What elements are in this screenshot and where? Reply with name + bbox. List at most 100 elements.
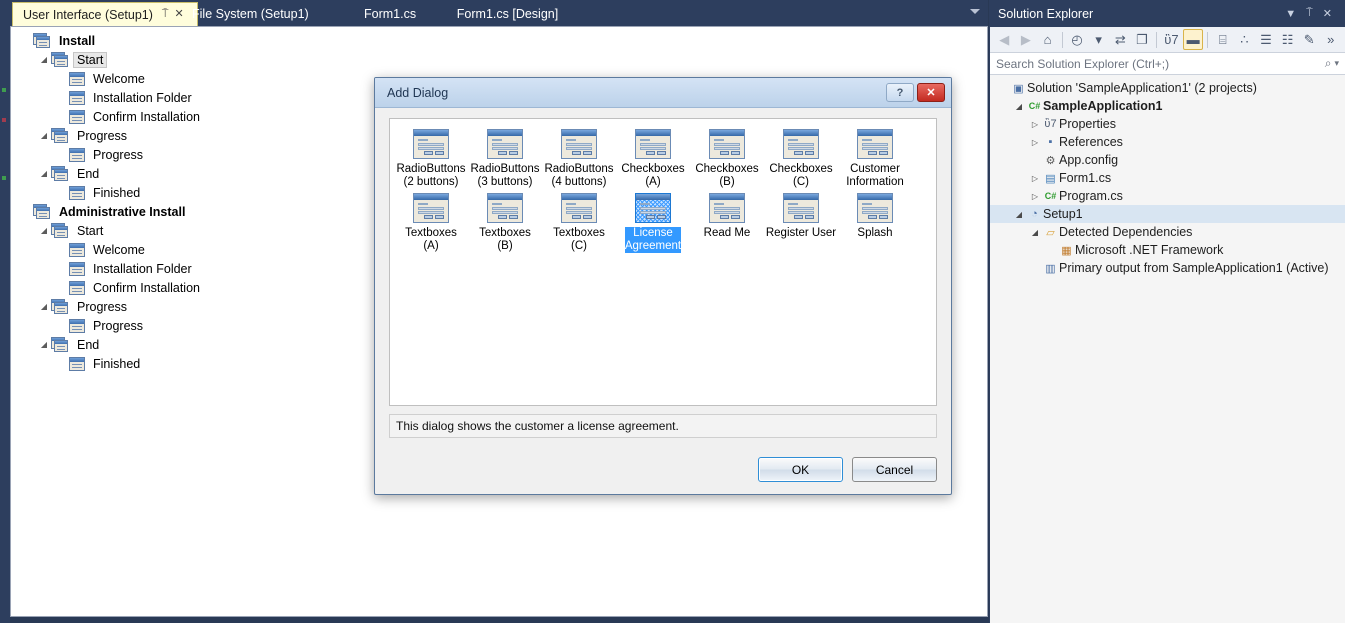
dialog-template-icon xyxy=(857,193,893,223)
expander-icon[interactable]: ▷ xyxy=(1028,138,1042,147)
dialog-template-icon xyxy=(709,193,745,223)
dialog-stack-icon xyxy=(51,128,69,143)
dialog-stack-icon xyxy=(51,337,69,352)
solution-tree-node[interactable]: ⚙ App.config xyxy=(990,151,1345,169)
help-button[interactable]: ? xyxy=(886,83,914,102)
solution-tree-node[interactable]: ◢ ◔ Setup1 xyxy=(990,205,1345,223)
tab-list-dropdown-icon[interactable] xyxy=(970,9,980,14)
dialog-template-item[interactable]: Textboxes (B) xyxy=(468,193,542,253)
pending-changes-icon[interactable]: ◴ xyxy=(1067,29,1088,50)
visual-studio-window: User Interface (Setup1) ⍑ ✕ File System (Se… xyxy=(0,0,1345,623)
dialog-template-item[interactable]: Read Me xyxy=(690,193,764,253)
ui-tree-node[interactable]: ◢ Start xyxy=(11,50,987,69)
expander-icon[interactable]: ◢ xyxy=(1012,210,1026,219)
expander-icon[interactable]: ◢ xyxy=(37,169,51,178)
dialog-template-item[interactable]: Textboxes (C) xyxy=(542,193,616,253)
expander-icon[interactable]: ◢ xyxy=(1028,228,1042,237)
ok-button[interactable]: OK xyxy=(758,457,843,482)
dialog-template-item[interactable]: RadioButtons (4 buttons) xyxy=(542,129,616,189)
dialog-stack-icon xyxy=(51,299,69,314)
expander-icon[interactable]: ◢ xyxy=(37,302,51,311)
solution-tree-node[interactable]: ▥ Primary output from SampleApplication1 … xyxy=(990,259,1345,277)
dialog-icon xyxy=(69,261,85,276)
dialog-template-item[interactable]: Textboxes (A) xyxy=(394,193,468,253)
solution-tree-node[interactable]: ▷ ▤ Form1.cs xyxy=(990,169,1345,187)
solution-tree-node[interactable]: ◢ ▱ Detected Dependencies xyxy=(990,223,1345,241)
search-icon[interactable]: ⌕ xyxy=(1325,56,1332,71)
dialog-template-item[interactable]: RadioButtons (2 buttons) xyxy=(394,129,468,189)
editor-tab[interactable]: File System (Setup1) xyxy=(182,2,325,26)
dialog-icon xyxy=(69,185,85,200)
expander-icon[interactable]: ▷ xyxy=(1028,120,1042,129)
dialog-template-item[interactable]: Checkboxes (A) xyxy=(616,129,690,189)
expander-icon[interactable]: ▷ xyxy=(1028,174,1042,183)
solution-tree-node[interactable]: ▦ Microsoft .NET Framework xyxy=(990,241,1345,259)
node-type-icon: C# xyxy=(1044,191,1057,201)
expander-icon[interactable]: ◢ xyxy=(37,226,51,235)
search-options-chevron-icon[interactable]: ▾ xyxy=(1331,58,1339,69)
add-dialog-window: Add Dialog ? ✕ RadioButtons (2 buttons) R… xyxy=(374,77,952,495)
solution-tree-node[interactable]: ▷ ὒ7 Properties xyxy=(990,115,1345,133)
solution-explorer-toolbar: ◀ ▶ ⌂ ◴ ▾ ⇄ ❐ ὒ7 ▬ ⌸ ∴ ☰ ☷ ✎» xyxy=(990,27,1345,53)
dialog-template-item[interactable]: Customer Information xyxy=(838,129,912,189)
ui-tree-node-label: Progress xyxy=(77,128,128,143)
expander-icon[interactable]: ◢ xyxy=(37,131,51,140)
solution-tree-node[interactable]: ◢ C# SampleApplication1 xyxy=(990,97,1345,115)
close-icon[interactable]: ✕ xyxy=(1318,7,1337,20)
dialog-template-item[interactable]: Checkboxes (C) xyxy=(764,129,838,189)
solution-tree-node[interactable]: ▣ Solution 'SampleApplication1' (2 projec… xyxy=(990,79,1345,97)
dialog-icon xyxy=(69,147,85,162)
dialog-template-item[interactable]: License Agreement xyxy=(616,193,690,253)
overflow-icon[interactable]: » xyxy=(1320,29,1341,50)
dialog-template-label: Checkboxes (B) xyxy=(695,163,759,188)
editor-tab[interactable]: User Interface (Setup1) ⍑ ✕ xyxy=(12,2,198,26)
properties-icon[interactable]: ὒ7 xyxy=(1161,29,1182,50)
solution-tree-node[interactable]: ▷ ▪ References xyxy=(990,133,1345,151)
home-icon[interactable]: ⌂ xyxy=(1037,29,1058,50)
cancel-button[interactable]: Cancel xyxy=(852,457,937,482)
search-input[interactable]: Search Solution Explorer (Ctrl+;) ⌕ ▾ xyxy=(990,53,1345,75)
solution-tree-node-label: App.config xyxy=(1059,153,1119,167)
dialog-template-item[interactable]: Checkboxes (B) xyxy=(690,129,764,189)
solution-tree-node[interactable]: ▷ C# Program.cs xyxy=(990,187,1345,205)
panel-title: Solution Explorer xyxy=(998,6,1094,21)
close-button[interactable]: ✕ xyxy=(917,83,945,102)
solution-tree-node-label: Primary output from SampleApplication1 (… xyxy=(1059,261,1329,275)
pin-icon[interactable]: ⍑ xyxy=(1301,7,1318,20)
chevron-down-icon[interactable]: ▾ xyxy=(1088,29,1109,50)
dialog-icon xyxy=(69,71,85,86)
solution-tree-node-label: Program.cs xyxy=(1059,189,1123,203)
dialog-template-item[interactable]: Splash xyxy=(838,193,912,253)
sync-views-icon[interactable]: ⇄ xyxy=(1110,29,1131,50)
dialog-template-item[interactable]: Register User xyxy=(764,193,838,253)
ui-tree-node-label: Welcome xyxy=(93,71,145,86)
edit-icon[interactable]: ✎ xyxy=(1299,29,1320,50)
ui-tree-node-label: Finished xyxy=(93,356,141,371)
expander-icon[interactable]: ◢ xyxy=(37,340,51,349)
margin-mark xyxy=(2,176,6,180)
expander-icon[interactable]: ▷ xyxy=(1028,192,1042,201)
chevron-down-icon[interactable]: ▼ xyxy=(1280,8,1301,20)
dialog-template-label: Splash xyxy=(857,227,893,239)
user-interface-designer[interactable]: Install ◢ Start Welcome Installation Folder C… xyxy=(10,26,988,617)
editor-tab[interactable]: Form1.cs [Design] xyxy=(447,2,574,26)
dialog-icon xyxy=(69,318,85,333)
editor-margin-strip xyxy=(0,0,10,623)
view-designer-icon[interactable]: ☷ xyxy=(1277,29,1298,50)
solution-tree-node-label: Properties xyxy=(1059,117,1116,131)
show-all-files-icon[interactable]: ⌸ xyxy=(1212,29,1233,50)
pin-icon[interactable]: ⍑ xyxy=(159,9,172,20)
editor-tab[interactable]: Form1.cs xyxy=(354,2,432,26)
view-code-icon[interactable]: ☰ xyxy=(1256,29,1277,50)
dialog-template-grid[interactable]: RadioButtons (2 buttons) RadioButtons (3 … xyxy=(389,118,937,406)
refresh-icon[interactable]: ❐ xyxy=(1132,29,1153,50)
collapse-all-icon[interactable]: ∴ xyxy=(1234,29,1255,50)
dialog-template-item[interactable]: RadioButtons (3 buttons) xyxy=(468,129,542,189)
expander-icon[interactable]: ◢ xyxy=(1012,102,1026,111)
ui-tree-node-label: End xyxy=(77,166,100,181)
ui-tree-node[interactable]: Install xyxy=(11,31,987,50)
preview-selected-items-icon[interactable]: ▬ xyxy=(1182,29,1204,50)
dialog-template-icon xyxy=(783,193,819,223)
expander-icon[interactable]: ◢ xyxy=(37,55,51,64)
template-row: RadioButtons (2 buttons) RadioButtons (3 … xyxy=(394,127,932,191)
